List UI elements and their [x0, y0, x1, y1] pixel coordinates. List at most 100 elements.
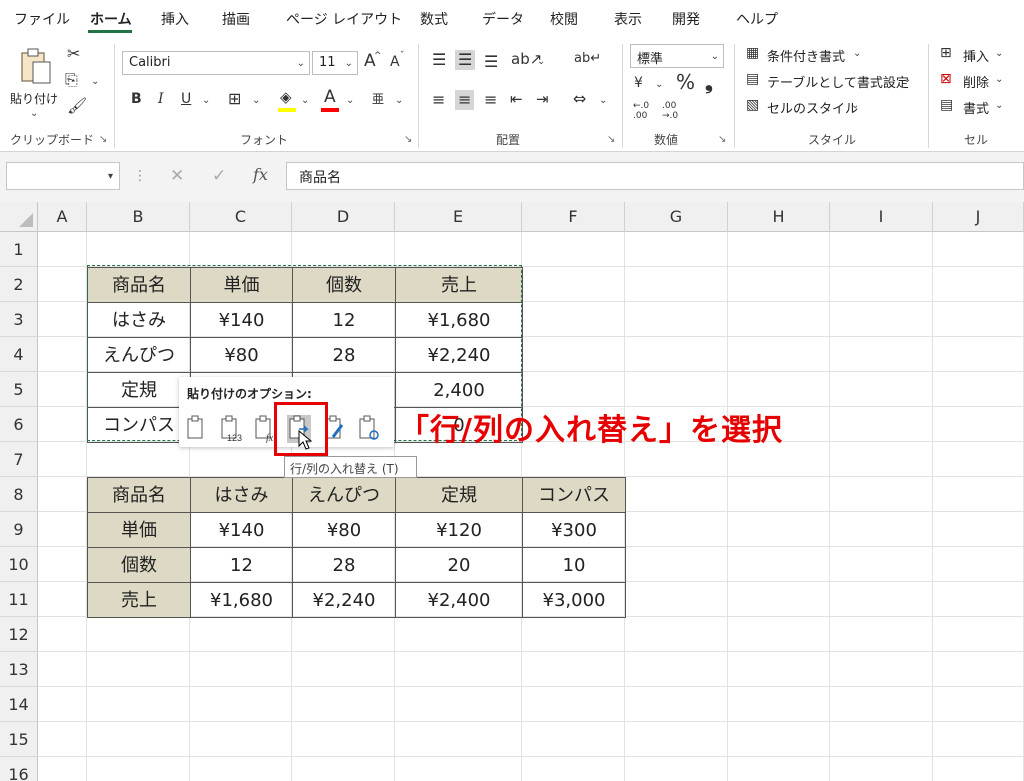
paste-icon[interactable]	[185, 415, 209, 443]
tab-help[interactable]: ヘルプ	[736, 9, 778, 29]
formula-input[interactable]: 商品名	[286, 162, 1024, 190]
delete-cells-button[interactable]: 削除	[963, 72, 989, 91]
tab-view[interactable]: 表示	[614, 9, 642, 29]
cut-icon[interactable]: ✂	[67, 46, 80, 62]
copy-dropdown-icon[interactable]: ⌄	[91, 76, 99, 87]
font-color-dropdown-icon[interactable]: ⌄	[346, 95, 354, 106]
align-left-icon[interactable]: ≡	[432, 92, 445, 108]
column-header-j[interactable]: J	[933, 202, 1024, 232]
column-header-c[interactable]: C	[190, 202, 292, 232]
row-header-9[interactable]: 9	[0, 512, 38, 547]
column-header-f[interactable]: F	[522, 202, 625, 232]
cancel-icon[interactable]: ✕	[170, 168, 184, 185]
table-cell[interactable]: 28	[292, 547, 396, 583]
borders-dropdown-icon[interactable]: ⌄	[252, 95, 260, 106]
row-header-15[interactable]: 15	[0, 722, 38, 757]
tab-draw[interactable]: 描画	[222, 9, 250, 29]
align-bottom-icon[interactable]: ☰	[484, 54, 498, 70]
table-cell[interactable]: 10	[522, 547, 626, 583]
alignment-launcher-icon[interactable]: ↘	[607, 134, 615, 145]
row-header-14[interactable]: 14	[0, 687, 38, 722]
underline-dropdown-icon[interactable]: ⌄	[202, 95, 210, 106]
orientation-dropdown-icon[interactable]: ⌄	[537, 56, 545, 67]
fill-color-dropdown-icon[interactable]: ⌄	[301, 95, 309, 106]
format-cells-button[interactable]: 書式	[963, 98, 989, 117]
table-header-cell[interactable]: コンパス	[522, 477, 626, 513]
tab-home[interactable]: ホーム	[90, 9, 132, 29]
row-header-8[interactable]: 8	[0, 477, 38, 512]
row-header-4[interactable]: 4	[0, 337, 38, 372]
select-all-button[interactable]	[0, 202, 38, 232]
phonetic-dropdown-icon[interactable]: ⌄	[395, 95, 403, 106]
copy-icon[interactable]: ⎘	[65, 72, 78, 88]
italic-button[interactable]: I	[158, 92, 164, 106]
decrease-decimal-icon[interactable]: .00 →.0	[662, 101, 694, 121]
currency-dropdown-icon[interactable]: ⌄	[655, 79, 663, 90]
insert-function-button[interactable]: fx	[253, 167, 268, 183]
column-header-h[interactable]: H	[728, 202, 830, 232]
row-header-1[interactable]: 1	[0, 232, 38, 267]
chevron-down-icon[interactable]: ⌄	[903, 74, 911, 85]
row-header-11[interactable]: 11	[0, 582, 38, 617]
table-header-cell[interactable]: 商品名	[87, 477, 191, 513]
font-name-select[interactable]: Calibri ⌄	[122, 51, 310, 75]
table-header-cell[interactable]: えんぴつ	[292, 477, 396, 513]
row-header-12[interactable]: 12	[0, 617, 38, 652]
tab-data[interactable]: データ	[482, 9, 524, 29]
tab-developer[interactable]: 開発	[672, 9, 700, 29]
row-header-6[interactable]: 6	[0, 407, 38, 442]
bold-button[interactable]: B	[131, 92, 142, 106]
paste-dropdown-icon[interactable]: ⌄	[30, 108, 38, 119]
borders-icon[interactable]: ⊞	[228, 91, 241, 107]
enter-icon[interactable]: ✓	[212, 168, 226, 185]
tab-page-layout[interactable]: ページ レイアウト	[286, 9, 402, 29]
row-header-7[interactable]: 7	[0, 442, 38, 477]
table-cell[interactable]: ¥80	[292, 512, 396, 548]
align-middle-icon[interactable]: ☰	[455, 50, 476, 70]
table-cell[interactable]: ¥120	[395, 512, 523, 548]
tab-review[interactable]: 校閲	[550, 9, 578, 29]
column-header-i[interactable]: I	[830, 202, 933, 232]
table-cell[interactable]: 20	[395, 547, 523, 583]
chevron-down-icon[interactable]: ▾	[108, 171, 113, 182]
insert-cells-button[interactable]: 挿入	[963, 46, 989, 65]
chevron-down-icon[interactable]: ⌄	[995, 100, 1003, 111]
align-right-icon[interactable]: ≡	[484, 92, 497, 108]
chevron-down-icon[interactable]: ⌄	[995, 74, 1003, 85]
font-size-select[interactable]: 11 ⌄	[312, 51, 358, 75]
column-header-b[interactable]: B	[87, 202, 190, 232]
number-format-select[interactable]: 標準 ⌄	[630, 44, 724, 68]
underline-button[interactable]: U	[181, 92, 191, 106]
decrease-font-size-icon[interactable]: A	[390, 55, 400, 69]
row-header-5[interactable]: 5	[0, 372, 38, 407]
paste-values-icon[interactable]: 123	[219, 415, 243, 443]
row-header-3[interactable]: 3	[0, 302, 38, 337]
table-cell[interactable]: ¥300	[522, 512, 626, 548]
font-launcher-icon[interactable]: ↘	[404, 134, 412, 145]
format-painter-icon[interactable]: 🖌	[67, 98, 87, 114]
font-color-icon[interactable]: A	[324, 89, 336, 106]
align-center-icon[interactable]: ≡	[455, 90, 475, 110]
increase-indent-icon[interactable]: ⇥	[536, 92, 549, 107]
percent-style-icon[interactable]: %	[676, 72, 695, 92]
column-header-g[interactable]: G	[625, 202, 728, 232]
clipboard-launcher-icon[interactable]: ↘	[99, 134, 107, 145]
phonetic-guide-icon[interactable]: 亜	[372, 93, 384, 105]
table-cell[interactable]: 12	[190, 547, 293, 583]
decrease-indent-icon[interactable]: ⇤	[510, 92, 523, 107]
table-header-cell[interactable]: はさみ	[190, 477, 293, 513]
chevron-down-icon[interactable]: ⌄	[995, 48, 1003, 59]
tab-formulas[interactable]: 数式	[420, 9, 448, 29]
row-header-10[interactable]: 10	[0, 547, 38, 582]
column-header-d[interactable]: D	[292, 202, 395, 232]
table-cell[interactable]: ¥2,400	[395, 582, 523, 618]
align-top-icon[interactable]: ☰	[432, 52, 446, 68]
table-header-cell[interactable]: 個数	[87, 547, 191, 583]
merge-center-icon[interactable]: ⇔	[573, 91, 586, 107]
column-header-a[interactable]: A	[38, 202, 87, 232]
cell-styles-button[interactable]: セルのスタイル	[767, 98, 858, 117]
tab-file[interactable]: ファイル	[14, 9, 70, 29]
chevron-down-icon[interactable]: ⌄	[853, 48, 861, 59]
column-header-e[interactable]: E	[395, 202, 522, 232]
comma-style-icon[interactable]: ❟	[705, 72, 713, 92]
